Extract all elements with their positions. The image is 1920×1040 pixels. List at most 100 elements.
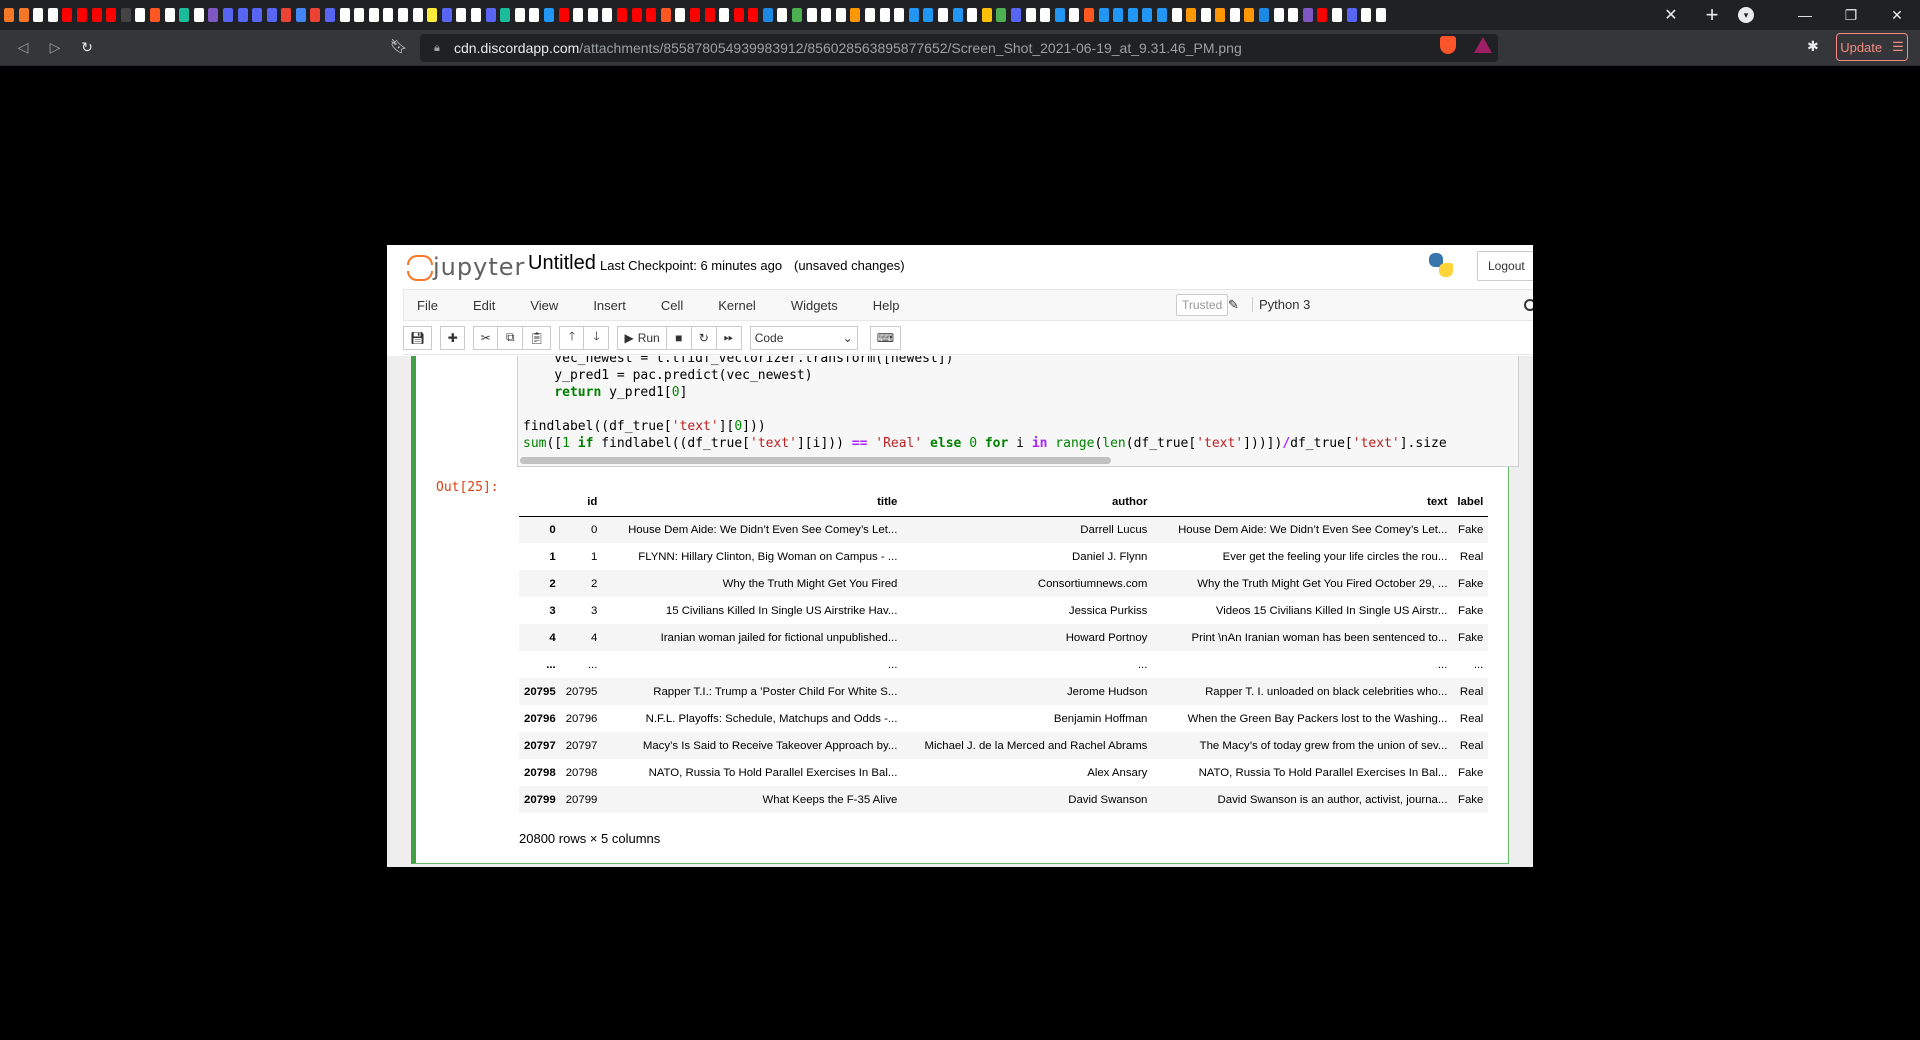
- tab-favicon[interactable]: [281, 8, 292, 22]
- tab-favicon[interactable]: [1361, 8, 1372, 22]
- tab-favicon[interactable]: [923, 8, 934, 22]
- update-button[interactable]: Update ☰: [1836, 33, 1908, 61]
- tab-favicon[interactable]: [339, 8, 350, 22]
- tab-favicon[interactable]: [456, 8, 467, 22]
- tab-favicon[interactable]: [616, 8, 627, 22]
- url-text[interactable]: cdn.discordapp.com/attachments/855878054…: [454, 40, 1242, 56]
- tab-favicon[interactable]: [193, 8, 204, 22]
- tab-favicon[interactable]: [573, 8, 584, 22]
- tab-favicon[interactable]: [266, 8, 277, 22]
- tab-favicon[interactable]: [295, 8, 306, 22]
- tab-favicon[interactable]: [76, 8, 87, 22]
- tab-favicon[interactable]: [631, 8, 642, 22]
- tab-favicon[interactable]: [646, 8, 657, 22]
- tab-favicon[interactable]: [120, 8, 131, 22]
- tab-favicon[interactable]: [660, 8, 671, 22]
- tab-favicon[interactable]: [354, 8, 365, 22]
- tab-favicon[interactable]: [602, 8, 613, 22]
- tab-search-icon[interactable]: ▾: [1738, 7, 1754, 23]
- brave-rewards-icon[interactable]: [1474, 37, 1492, 53]
- bookmark-icon[interactable]: 🔖︎: [390, 38, 408, 55]
- tab-favicon[interactable]: [252, 8, 263, 22]
- close-window-button[interactable]: ✕: [1874, 0, 1920, 30]
- notebook-name[interactable]: Untitled: [528, 252, 596, 275]
- tab-favicon[interactable]: [835, 8, 846, 22]
- tab-favicon[interactable]: [894, 8, 905, 22]
- tab-favicon[interactable]: [325, 8, 336, 22]
- tab-favicon[interactable]: [952, 8, 963, 22]
- cell-type-select[interactable]: Code ⌄: [749, 325, 858, 350]
- tab-favicon[interactable]: [733, 8, 744, 22]
- tab-favicon[interactable]: [865, 8, 876, 22]
- tab-favicon[interactable]: [1346, 8, 1357, 22]
- tab-favicon[interactable]: [704, 8, 715, 22]
- extensions-icon[interactable]: ✱: [1807, 38, 1819, 55]
- tab-favicon[interactable]: [1244, 8, 1255, 22]
- address-bar[interactable]: 🔒︎ cdn.discordapp.com/attachments/855878…: [420, 34, 1498, 62]
- cut-icon[interactable]: ✂: [473, 325, 499, 350]
- tab-favicon[interactable]: [879, 8, 890, 22]
- tab-favicon[interactable]: [1098, 8, 1109, 22]
- tab-favicon[interactable]: [762, 8, 773, 22]
- menu-view[interactable]: View: [515, 298, 574, 313]
- tab-favicon[interactable]: [806, 8, 817, 22]
- back-icon[interactable]: ◁: [8, 33, 38, 63]
- restart-icon[interactable]: ↻: [691, 325, 717, 350]
- menu-kernel[interactable]: Kernel: [703, 298, 772, 313]
- close-tab-icon[interactable]: ✕: [1658, 0, 1684, 30]
- tab-favicon[interactable]: [1156, 8, 1167, 22]
- horizontal-scrollbar[interactable]: [520, 457, 1111, 464]
- tab-favicon[interactable]: [558, 8, 569, 22]
- keyboard-icon[interactable]: ⌨: [869, 325, 902, 350]
- copy-icon[interactable]: ⧉: [498, 325, 524, 350]
- tab-favicon[interactable]: [1229, 8, 1240, 22]
- tab-favicon[interactable]: [938, 8, 948, 22]
- tab-favicon[interactable]: [208, 8, 219, 22]
- tab-favicon[interactable]: [47, 8, 58, 22]
- tab-favicon[interactable]: [1040, 8, 1051, 22]
- tab-favicon[interactable]: [1302, 8, 1313, 22]
- tab-favicon[interactable]: [398, 8, 409, 22]
- tab-favicon[interactable]: [135, 8, 146, 22]
- tab-favicon[interactable]: [543, 8, 554, 22]
- tab-favicon[interactable]: [91, 8, 102, 22]
- menu-cell[interactable]: Cell: [646, 298, 699, 313]
- menu-edit[interactable]: Edit: [458, 298, 511, 313]
- reload-icon[interactable]: ↻: [72, 33, 102, 63]
- tab-favicon[interactable]: [471, 8, 481, 22]
- edit-pencil-icon[interactable]: ✎: [1228, 297, 1239, 313]
- tab-favicon[interactable]: [18, 8, 29, 22]
- menu-insert[interactable]: Insert: [578, 298, 642, 313]
- brave-shields-icon[interactable]: [1440, 36, 1456, 54]
- tab-favicon[interactable]: [383, 8, 394, 22]
- logout-button[interactable]: Logout: [1477, 251, 1533, 281]
- tab-favicon[interactable]: [1025, 8, 1036, 22]
- tab-favicon[interactable]: [1171, 8, 1182, 22]
- tab-favicon[interactable]: [719, 8, 730, 22]
- tab-favicon[interactable]: [1054, 8, 1065, 22]
- tab-favicon[interactable]: [1113, 8, 1124, 22]
- tab-favicon[interactable]: [514, 8, 525, 22]
- menu-help[interactable]: Help: [858, 298, 916, 313]
- tab-favicon[interactable]: [368, 8, 379, 22]
- tab-favicon[interactable]: [821, 8, 832, 22]
- run-button[interactable]: ▶ Run: [617, 325, 667, 350]
- restart-run-all-icon[interactable]: ⏩︎: [716, 325, 742, 350]
- tab-favicon[interactable]: [33, 8, 44, 22]
- jupyter-logo[interactable]: jupyter: [407, 253, 525, 281]
- forward-icon[interactable]: ▷: [40, 33, 70, 63]
- tab-favicon[interactable]: [996, 8, 1007, 22]
- tab-favicon[interactable]: [748, 8, 759, 22]
- tab-favicon[interactable]: [310, 8, 321, 22]
- tab-favicon[interactable]: [1142, 8, 1153, 22]
- tab-favicon[interactable]: [149, 8, 160, 22]
- new-tab-button[interactable]: +: [1692, 0, 1732, 30]
- tab-favicon[interactable]: [1259, 8, 1270, 22]
- tab-favicon[interactable]: [1273, 8, 1284, 22]
- tab-favicon[interactable]: [1332, 8, 1343, 22]
- tab-favicon[interactable]: [850, 8, 861, 22]
- tab-favicon[interactable]: [485, 8, 496, 22]
- tab-favicon[interactable]: [1317, 8, 1328, 22]
- tab-favicon[interactable]: [1200, 8, 1211, 22]
- tab-favicon[interactable]: [1127, 8, 1138, 22]
